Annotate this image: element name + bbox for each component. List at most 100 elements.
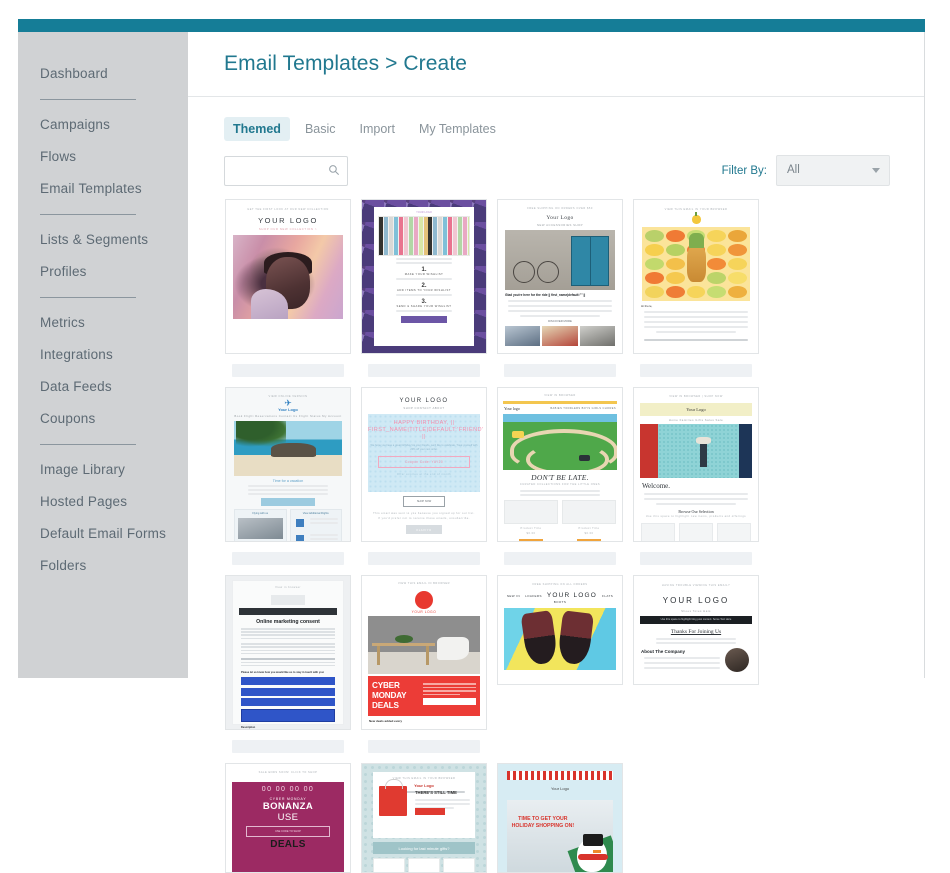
page-title: Email Templates > Create — [224, 52, 468, 75]
card-cta-button — [422, 698, 476, 706]
template-card-cyber-monday-bonanza[interactable]: SALE ENDS SOON! CLICK TO SHOP 00 00 00 0… — [225, 763, 351, 873]
photo-shape — [687, 232, 706, 282]
photo-shape — [437, 636, 469, 661]
page-header: Email Templates > Create — [188, 32, 924, 97]
card-headline: Welcome. — [642, 482, 671, 490]
template-cell: VIEW IN BROWSER Your logo BABIES TODDLER… — [497, 387, 623, 565]
card-headline: Glad you're here for the ride || first_n… — [505, 293, 586, 297]
card-nav: Shoes Totes Hats — [681, 609, 711, 613]
template-card-cyber-monday-deals[interactable]: VIEW THIS EMAIL IN BROWSER YOUR LOGO CYB… — [361, 575, 487, 730]
template-card-dont-be-late-train[interactable]: VIEW IN BROWSER Your logo BABIES TODDLER… — [497, 387, 623, 542]
sidebar-item-profiles[interactable]: Profiles — [18, 256, 188, 288]
tab-my-templates[interactable]: My Templates — [410, 117, 505, 141]
template-cell: GET THE FIRST LOOK AT OUR NEW COLLECTION… — [225, 199, 351, 377]
card-nav: SHOP CONTACT ABOUT — [403, 406, 445, 410]
search-input[interactable] — [225, 156, 334, 185]
sidebar-item-dashboard[interactable]: Dashboard — [18, 58, 188, 90]
template-cell: SALE ENDS SOON! CLICK TO SHOP 00 00 00 0… — [225, 763, 351, 873]
template-cell: Your Logo TIME TO GET YOUR HOLIDAY SHOPP… — [497, 763, 623, 873]
template-card-bicycle-blue-door[interactable]: FREE SHIPPING ON ORDERS OVER $50 Your Lo… — [497, 199, 623, 354]
photo-shape — [571, 236, 609, 286]
template-name-placeholder — [368, 364, 480, 377]
template-cell: VIEW THIS EMAIL IN YOUR BROWSER Your Log… — [361, 763, 487, 873]
template-card-your-logo-portrait[interactable]: GET THE FIRST LOOK AT OUR NEW COLLECTION… — [225, 199, 351, 354]
sidebar-divider — [40, 297, 136, 298]
tab-basic[interactable]: Basic — [296, 117, 345, 141]
card-logo: YOUR LOGO — [411, 610, 437, 614]
sidebar-item-image-library[interactable]: Image Library — [18, 454, 188, 486]
template-card-shoes-yellow-blue[interactable]: FREE SHIPPING ON ALL ORDERS NEW IN LOAFE… — [497, 575, 623, 685]
card-nav: Book Flight Reservations Contact Us Flig… — [234, 414, 342, 418]
template-card-thanks-for-joining[interactable]: HAVING TROUBLE VIEWING THIS EMAIL? YOUR … — [633, 575, 759, 685]
card-eyebrow: FREE SHIPPING ON ORDERS OVER $50 — [527, 207, 593, 210]
sidebar-item-coupons[interactable]: Coupons — [18, 403, 188, 435]
search-box[interactable] — [224, 155, 348, 186]
template-name-placeholder — [504, 552, 616, 565]
card-logo: YOUR LOGO — [258, 216, 318, 225]
sidebar-item-folders[interactable]: Folders — [18, 550, 188, 582]
step-heading: ADD ITEMS TO YOUR WISHLIST — [397, 289, 451, 292]
card-nav: NEW ACCESSORIES SHOP — [536, 223, 584, 227]
template-card-happy-birthday[interactable]: YOUR LOGO SHOP CONTACT ABOUT HAPPY BIRTH… — [361, 387, 487, 542]
card-hero-image — [505, 230, 615, 290]
sidebar-item-metrics[interactable]: Metrics — [18, 307, 188, 339]
card-headline: BONANZA — [262, 801, 314, 812]
column-heading: Flying with us — [252, 512, 269, 515]
sidebar-item-hosted-pages[interactable]: Hosted Pages — [18, 486, 188, 518]
card-logo: YOUR LOGO — [662, 596, 730, 605]
template-card-wishlist-steps-purple[interactable]: YOUR LOGO 1. MAKE YOUR WISHLIST 2. ADD I… — [361, 199, 487, 354]
sidebar-item-campaigns[interactable]: Campaigns — [18, 109, 188, 141]
card-link: SHOP OUR NEW COLLECTION > — [258, 227, 318, 231]
template-name-placeholder — [232, 552, 344, 565]
tab-themed[interactable]: Themed — [224, 117, 290, 141]
card-products: Product Title $0.00 Product Title $0.00 — [504, 500, 616, 541]
top-accent-bar — [18, 19, 925, 32]
card-logo: YOUR LOGO — [399, 398, 449, 404]
card-footer: New deals added every — [369, 719, 403, 723]
photo-shape — [376, 645, 380, 666]
card-eyebrow: VIEW THIS EMAIL IN YOUR BROWSER — [664, 208, 728, 211]
product-price: $0.00 — [526, 532, 536, 535]
photo-shape — [513, 261, 535, 283]
search-icon — [329, 164, 340, 175]
product-price: $0.00 — [584, 532, 594, 535]
filter-row: Filter By: All — [188, 141, 924, 186]
app-root: Dashboard Campaigns Flows Email Template… — [0, 0, 950, 873]
photo-shape — [270, 443, 317, 458]
template-card-online-marketing-consent[interactable]: View in browser Online marketing consent… — [225, 575, 351, 730]
template-name-placeholder — [232, 364, 344, 377]
sidebar-item-email-templates[interactable]: Email Templates — [18, 173, 188, 205]
template-card-last-minute-gifts[interactable]: VIEW THIS EMAIL IN YOUR BROWSER Your Log… — [361, 763, 487, 873]
card-headline: Time for a vacation — [272, 479, 304, 483]
card-body: VIEW THIS EMAIL IN YOUR BROWSER Your Log… — [373, 772, 475, 838]
card-headline: Thanks For Joining Us — [670, 629, 722, 635]
template-card-travel-vacation[interactable]: VIEW ONLINE VERSION ✈ Your Logo Book Fli… — [225, 387, 351, 542]
card-cta-button — [415, 808, 445, 815]
template-name-placeholder — [640, 364, 752, 377]
card-hero-image — [640, 424, 752, 478]
apple-icon — [691, 212, 701, 224]
card-greeting: Hi there, — [641, 304, 653, 308]
brand-badge: KLAVIYO — [406, 525, 442, 534]
sidebar-item-flows[interactable]: Flows — [18, 141, 188, 173]
card-logo: Your logo — [504, 406, 520, 411]
sidebar-item-default-email-forms[interactable]: Default Email Forms — [18, 518, 188, 550]
sidebar-divider — [40, 444, 136, 445]
sidebar-divider — [40, 99, 136, 100]
template-card-holiday-snowman[interactable]: Your Logo TIME TO GET YOUR HOLIDAY SHOPP… — [497, 763, 623, 873]
template-card-welcome-colorblock[interactable]: VIEW IN BROWSER | SHOP NOW Your Logo Hom… — [633, 387, 759, 542]
filter-select[interactable]: All — [776, 155, 890, 186]
card-body: View in browser Online marketing consent… — [232, 580, 344, 729]
card-line3: DEALS — [270, 839, 306, 850]
sidebar-item-integrations[interactable]: Integrations — [18, 339, 188, 371]
template-cell: FREE SHIPPING ON ORDERS OVER $50 Your Lo… — [497, 199, 623, 377]
tab-import[interactable]: Import — [351, 117, 404, 141]
candy-stripe-band — [507, 771, 613, 780]
countdown-clock: 00 00 00 00 — [261, 786, 315, 793]
template-card-citrus-newsletter[interactable]: VIEW THIS EMAIL IN YOUR BROWSER Hi there… — [633, 199, 759, 354]
card-prompt: Please let us know how you would like us… — [241, 671, 325, 675]
plane-icon: ✈ — [284, 398, 292, 408]
sidebar-item-lists-segments[interactable]: Lists & Segments — [18, 224, 188, 256]
template-cell: View in browser Online marketing consent… — [225, 575, 351, 753]
sidebar-item-data-feeds[interactable]: Data Feeds — [18, 371, 188, 403]
